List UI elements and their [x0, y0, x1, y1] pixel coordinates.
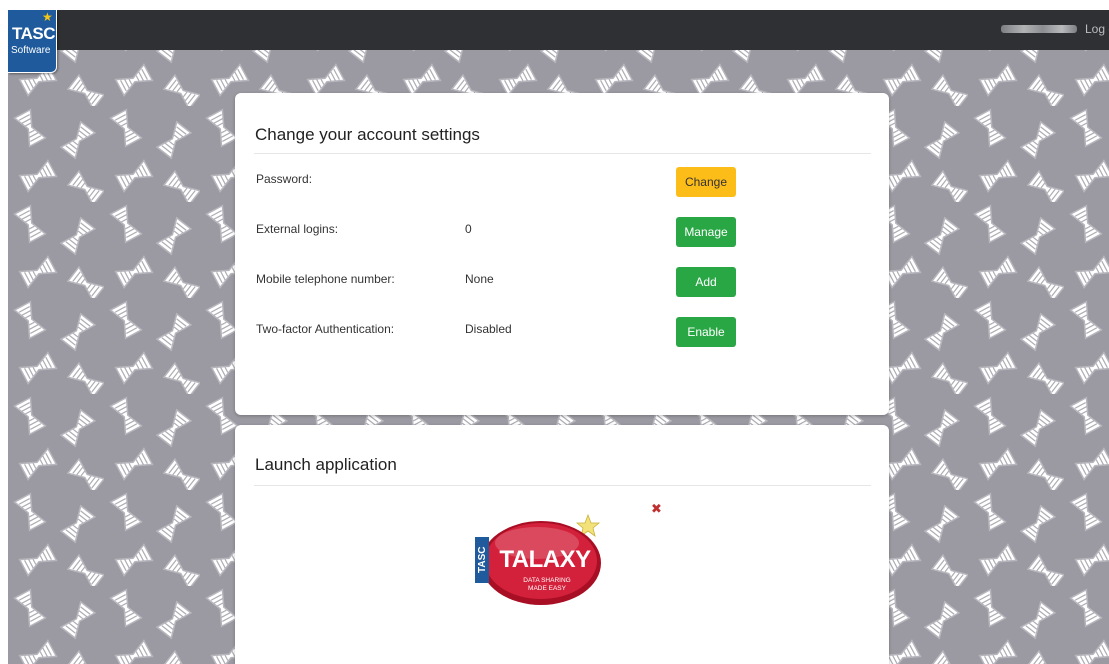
top-navbar: Log out [8, 10, 1109, 50]
external-logins-label: External logins: [256, 222, 339, 236]
star-icon: ★ [42, 10, 53, 24]
talaxy-tagline-1: DATA SHARING [523, 577, 570, 584]
talaxy-side-text: TASC [477, 547, 488, 573]
tasc-software-logo[interactable]: ★ TASC Software [8, 10, 57, 73]
mobile-number-label: Mobile telephone number: [256, 272, 395, 286]
change-password-button[interactable]: Change [676, 167, 736, 197]
title-divider [254, 153, 871, 154]
close-icon[interactable]: ✖ [651, 501, 662, 517]
mobile-number-value: None [465, 272, 494, 286]
two-factor-label: Two-factor Authentication: [256, 322, 395, 336]
enable-two-factor-button[interactable]: Enable [676, 317, 736, 347]
account-settings-card: Change your account settings Password: C… [235, 93, 889, 415]
password-label: Password: [256, 172, 313, 186]
app-viewport: Log out ★ TASC Software Change your acco… [8, 10, 1109, 664]
talaxy-app-logo[interactable]: TASC TALAXY DATA SHARING MADE EASY [475, 509, 610, 609]
talaxy-tagline-2: MADE EASY [528, 585, 567, 592]
launch-application-title: Launch application [255, 455, 397, 474]
logo-text: TASC [12, 24, 56, 43]
logout-link[interactable]: Log out [1085, 22, 1109, 36]
user-name-redacted [1001, 25, 1077, 33]
logo-subtext: Software [11, 45, 51, 56]
account-settings-title: Change your account settings [255, 125, 480, 144]
two-factor-value: Disabled [465, 322, 512, 336]
manage-logins-button[interactable]: Manage [676, 217, 736, 247]
user-area: Log out [1001, 22, 1109, 36]
talaxy-main-text: TALAXY [499, 546, 591, 573]
add-phone-button[interactable]: Add [676, 267, 736, 297]
external-logins-value: 0 [465, 222, 472, 236]
launch-title-divider [254, 485, 871, 486]
launch-application-card: Launch application TASC TALAXY DATA SHAR… [235, 425, 889, 664]
